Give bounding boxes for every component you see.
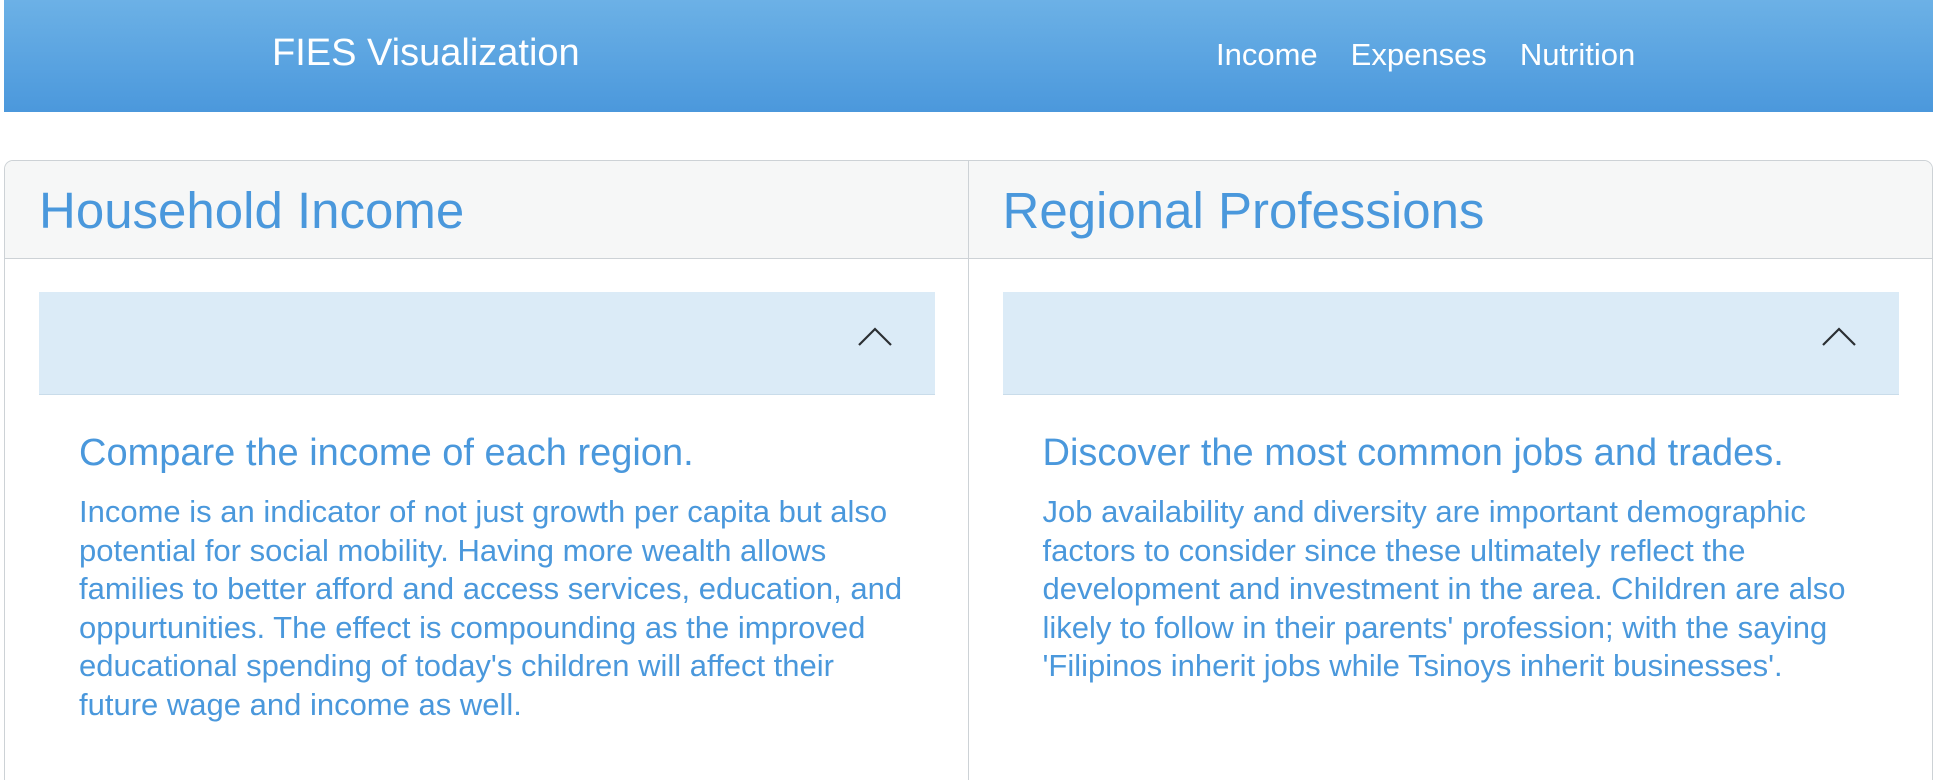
section-heading: Compare the income of each region. [79, 432, 694, 474]
accordion-toggle[interactable] [1002, 292, 1899, 395]
panel-header: Regional Professions [968, 161, 1932, 259]
brand-title[interactable]: FIES Visualization [272, 32, 580, 75]
section-heading: Discover the most common jobs and trades… [1042, 432, 1784, 474]
panel-header: Household Income [5, 161, 968, 259]
nav-links: Income Expenses Nutrition [1216, 37, 1668, 72]
chevron-up-icon[interactable] [857, 324, 893, 348]
household-income-panel: Household Income Compare the income of e… [5, 161, 969, 780]
section-body: Job availability and diversity are impor… [1042, 494, 1846, 683]
chevron-up-icon[interactable] [1821, 324, 1857, 348]
nav-link-income[interactable]: Income [1216, 37, 1318, 72]
panel-title: Regional Professions [1002, 182, 1485, 239]
regional-professions-panel: Regional Professions Discover the most c… [968, 161, 1932, 780]
section-body: Income is an indicator of not just growt… [79, 494, 903, 722]
accordion-toggle[interactable] [39, 292, 935, 395]
panel-title: Household Income [39, 182, 465, 239]
top-navbar: FIES Visualization Income Expenses Nutri… [4, 0, 1933, 112]
nav-link-expenses[interactable]: Expenses [1351, 37, 1487, 72]
nav-link-nutrition[interactable]: Nutrition [1520, 37, 1635, 72]
panel-row: Household Income Compare the income of e… [4, 160, 1933, 780]
